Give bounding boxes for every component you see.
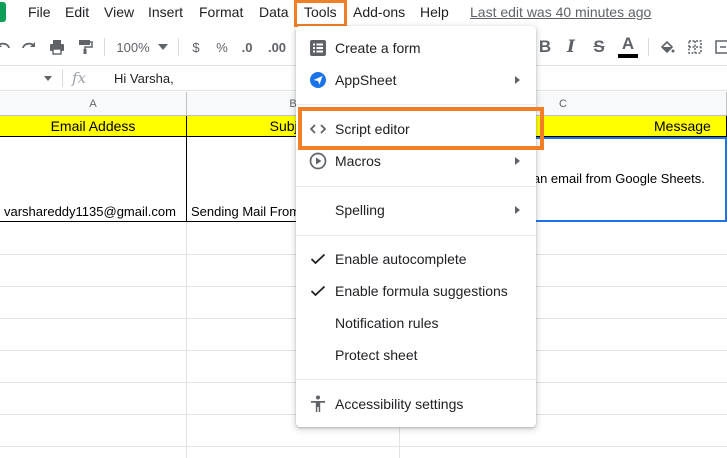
decrease-decimal-button[interactable]: .0 [236, 30, 258, 64]
decrease-decimal-label: .0 [241, 39, 253, 55]
menu-help[interactable]: Help [420, 4, 449, 20]
chevron-down-icon[interactable] [156, 30, 170, 64]
menu-bar: File Edit View Insert Format Data Tools … [0, 0, 727, 27]
menu-item-label: AppSheet [335, 72, 397, 88]
check-icon [308, 281, 328, 301]
borders-icon[interactable] [684, 30, 706, 64]
menu-divider [296, 379, 536, 380]
accessibility-icon [308, 394, 328, 414]
zoom-select[interactable]: 100% [112, 30, 154, 64]
menu-item-label: Spelling [335, 202, 385, 218]
menu-item-label: Macros [335, 153, 381, 169]
check-icon [308, 249, 328, 269]
tools-menu: Create a form AppSheet Script editor Mac… [296, 26, 536, 427]
menu-edit[interactable]: Edit [65, 4, 89, 20]
submenu-arrow-icon [515, 157, 520, 165]
cell-c2-text: d an email from Google Sheets. [522, 171, 705, 186]
menu-item-create-form[interactable]: Create a form [296, 32, 536, 64]
menu-data[interactable]: Data [259, 4, 289, 20]
menu-item-spelling[interactable]: Spelling [296, 194, 536, 226]
macros-icon [308, 151, 328, 171]
merge-cells-icon[interactable] [712, 30, 727, 64]
menu-divider [296, 186, 536, 187]
menu-item-appsheet[interactable]: AppSheet [296, 64, 536, 96]
menu-item-label: Enable formula suggestions [335, 283, 508, 299]
percent-format-button[interactable]: % [212, 30, 232, 64]
cell-a2[interactable]: varshareddy1135@gmail.com [0, 137, 187, 222]
menu-item-label: Enable autocomplete [335, 251, 467, 267]
print-icon[interactable] [46, 30, 68, 64]
percent-label: % [216, 39, 228, 55]
menu-view[interactable]: View [104, 4, 134, 20]
fx-icon: fx [72, 69, 87, 87]
increase-decimal-label: .00 [267, 39, 287, 55]
menu-insert[interactable]: Insert [148, 4, 183, 20]
strikethrough-label: S [593, 37, 605, 56]
menu-divider [296, 235, 536, 236]
menu-addons[interactable]: Add-ons [353, 4, 405, 20]
menu-file[interactable]: File [28, 4, 51, 20]
fill-color-icon[interactable] [656, 30, 678, 64]
submenu-arrow-icon [515, 76, 520, 84]
redo-icon[interactable] [18, 30, 40, 64]
menu-item-enable-formula-suggestions[interactable]: Enable formula suggestions [296, 275, 536, 307]
cell-a1[interactable]: Email Addess [0, 116, 187, 137]
menu-divider [296, 104, 536, 105]
italic-button[interactable]: I [560, 30, 582, 64]
menu-item-enable-autocomplete[interactable]: Enable autocomplete [296, 243, 536, 275]
column-header-a[interactable]: A [0, 92, 187, 116]
text-color-swatch [618, 54, 638, 58]
text-color-label: A [621, 34, 635, 53]
bold-button[interactable]: B [534, 30, 556, 64]
currency-format-button[interactable]: $ [186, 30, 206, 64]
script-editor-highlight-box [298, 107, 544, 150]
name-box-dropdown-icon[interactable] [44, 76, 52, 81]
bold-label: B [538, 37, 552, 56]
menu-item-protect-sheet[interactable]: Protect sheet [296, 339, 536, 371]
menu-item-label: Accessibility settings [335, 396, 464, 412]
menu-format[interactable]: Format [199, 4, 243, 20]
strikethrough-button[interactable]: S [588, 30, 610, 64]
submenu-arrow-icon [515, 206, 520, 214]
currency-label: $ [192, 39, 200, 55]
cell-a2-text: varshareddy1135@gmail.com [4, 204, 176, 219]
cell-b2-text: Sending Mail From [191, 204, 301, 219]
form-icon [308, 38, 328, 58]
formula-input[interactable]: Hi Varsha, [114, 71, 174, 86]
menu-item-label: Protect sheet [335, 347, 418, 363]
menu-item-label: Notification rules [335, 315, 439, 331]
italic-label: I [567, 37, 575, 57]
tools-highlight-box [294, 0, 347, 27]
text-color-button[interactable]: A [616, 30, 640, 64]
last-edit-link[interactable]: Last edit was 40 minutes ago [470, 4, 651, 20]
cell-c1-text: Message [654, 118, 711, 134]
zoom-value: 100% [116, 39, 150, 55]
increase-decimal-button[interactable]: .00 [262, 30, 292, 64]
menu-item-notification-rules[interactable]: Notification rules [296, 307, 536, 339]
undo-icon[interactable] [0, 30, 14, 64]
menu-item-label: Create a form [335, 40, 421, 56]
paint-format-icon[interactable] [74, 30, 96, 64]
sheets-logo[interactable] [0, 2, 6, 22]
appsheet-icon [308, 70, 328, 90]
menu-item-accessibility-settings[interactable]: Accessibility settings [296, 388, 536, 420]
